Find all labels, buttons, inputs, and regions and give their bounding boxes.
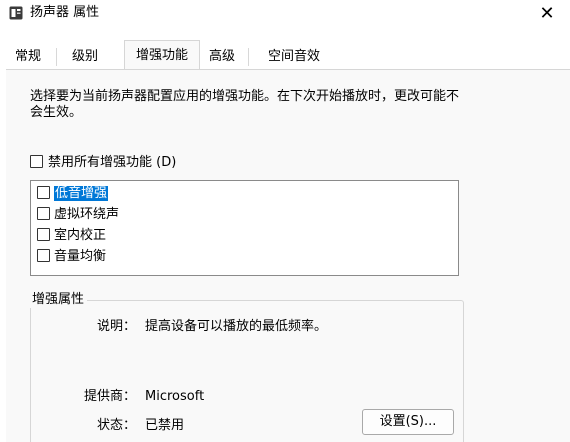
- enhancements-description: 选择要为当前扬声器配置应用的增强功能。在下次开始播放时，更改可能不会生效。: [30, 89, 460, 120]
- group-title: 增强属性: [30, 292, 88, 308]
- description-label: 说明：: [96, 319, 136, 334]
- disable-all-label: 禁用所有增强功能 (D): [48, 155, 177, 170]
- speaker-properties-icon: [9, 6, 23, 20]
- checkbox-box[interactable]: [37, 249, 50, 262]
- list-item-room-correction[interactable]: 室内校正: [37, 226, 106, 245]
- list-item-label: 低音增强: [54, 186, 109, 201]
- list-item-label: 虚拟环绕声: [54, 207, 120, 222]
- settings-button[interactable]: 设置(S)...: [362, 409, 454, 435]
- close-button[interactable]: ✕: [524, 0, 570, 28]
- tab-divider: [248, 48, 249, 66]
- list-item-label: 室内校正: [54, 228, 107, 243]
- status-value: 已禁用: [145, 418, 185, 433]
- checkbox-box[interactable]: [37, 228, 50, 241]
- list-item-virtual-surround[interactable]: 虚拟环绕声: [37, 205, 119, 224]
- close-icon: ✕: [539, 3, 555, 24]
- tab-spatial-sound[interactable]: 空间音效: [258, 44, 330, 70]
- provider-value: Microsoft: [145, 389, 205, 404]
- checkbox-box[interactable]: [37, 207, 50, 220]
- checkbox-box[interactable]: [30, 155, 43, 168]
- provider-label: 提供商：: [83, 389, 136, 404]
- tab-advanced[interactable]: 高级: [204, 44, 240, 70]
- tab-general[interactable]: 常规: [10, 44, 46, 70]
- tab-divider: [56, 48, 57, 66]
- window-title: 扬声器 属性: [30, 5, 100, 20]
- list-item-label: 音量均衡: [54, 249, 107, 264]
- enhancements-list[interactable]: 低音增强 虚拟环绕声 室内校正 音量均衡: [30, 180, 459, 276]
- description-value: 提高设备可以播放的最低频率。: [145, 319, 328, 334]
- tab-levels[interactable]: 级别: [67, 44, 103, 70]
- list-item-loudness-equalization[interactable]: 音量均衡: [37, 247, 106, 266]
- checkbox-box[interactable]: [37, 186, 50, 199]
- list-item-bass-boost[interactable]: 低音增强: [37, 184, 109, 203]
- tab-enhancements[interactable]: 增强功能: [124, 40, 200, 70]
- title-bar: 扬声器 属性 ✕: [0, 0, 570, 28]
- disable-all-enhancements-checkbox[interactable]: 禁用所有增强功能 (D): [30, 154, 176, 172]
- status-label: 状态：: [96, 418, 136, 433]
